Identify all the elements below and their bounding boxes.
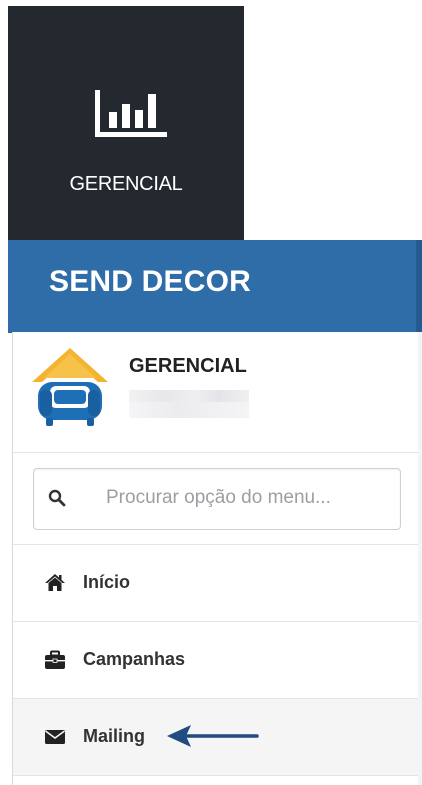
tile-label: GERENCIAL <box>69 173 183 195</box>
sofa-house-logo-icon <box>32 348 108 426</box>
menu-item-mailing[interactable]: Mailing <box>13 699 421 775</box>
menu-search <box>33 468 401 530</box>
right-edge <box>418 332 422 785</box>
blurred-user-info-2 <box>129 402 249 418</box>
home-icon <box>45 574 65 591</box>
brand-title: SEND DECOR <box>49 265 252 298</box>
gerencial-tile[interactable]: GERENCIAL <box>8 6 244 242</box>
briefcase-icon <box>45 650 65 669</box>
user-profile: GERENCIAL <box>13 332 421 452</box>
divider <box>13 775 421 776</box>
divider <box>13 452 421 453</box>
envelope-icon <box>45 730 65 744</box>
header-edge <box>416 240 422 332</box>
menu-item-label: Campanhas <box>83 649 186 669</box>
menu-item-campanhas[interactable]: Campanhas <box>13 622 421 698</box>
app-panel: SEND DECOR GERENCIAL Procurar opção do m… <box>8 240 422 785</box>
menu-item-label: Início <box>83 572 131 592</box>
search-icon <box>48 489 66 507</box>
arrow-left-icon <box>167 725 259 747</box>
profile-name: GERENCIAL <box>129 355 247 377</box>
bar-chart-icon <box>95 90 167 137</box>
search-input[interactable] <box>106 469 390 527</box>
sidebar: GERENCIAL Início <box>12 332 422 785</box>
menu-item-inicio[interactable]: Início <box>13 545 421 621</box>
menu-item-label: Mailing <box>83 726 145 746</box>
header-bar: SEND DECOR <box>8 240 422 333</box>
